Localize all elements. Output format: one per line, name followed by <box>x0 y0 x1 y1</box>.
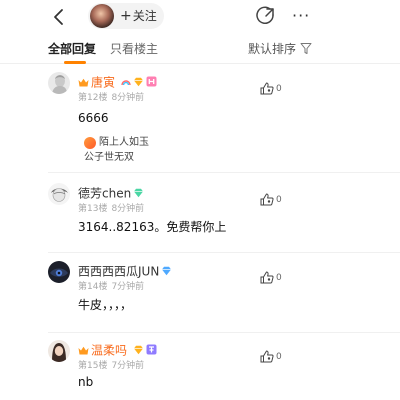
like-button[interactable]: 0 <box>260 78 282 95</box>
avatar[interactable] <box>48 261 70 283</box>
comment-author-name[interactable]: 唐寅 <box>91 76 115 90</box>
thumbs-up-icon <box>260 82 274 95</box>
comment-author-name[interactable]: 德芳chen <box>78 187 131 201</box>
gold-diamond-badge-icon <box>133 343 144 359</box>
author-avatar[interactable] <box>90 4 114 28</box>
plus-icon: + <box>120 8 132 24</box>
floor-number: 第13楼 <box>78 204 108 214</box>
comment-time: 8分钟前 <box>111 204 145 214</box>
comment-time: 7分钟前 <box>111 361 145 371</box>
comment-text: nb <box>78 375 94 389</box>
like-count: 0 <box>276 194 282 205</box>
rainbow-badge-icon <box>121 75 131 91</box>
like-button[interactable]: 0 <box>260 267 282 284</box>
active-tab-indicator <box>64 61 86 64</box>
green-diamond-badge-icon <box>133 186 144 202</box>
comment-text: 牛皮，，，， <box>78 298 133 312</box>
gold-diamond-badge-icon <box>133 75 144 91</box>
avatar[interactable] <box>48 183 70 205</box>
comment-text: 6666 <box>78 111 109 125</box>
comment-divider <box>48 252 400 253</box>
comment-filter-bar: 全部回复 只看楼主 默认排序 <box>0 36 400 64</box>
like-count: 0 <box>276 83 282 94</box>
like-button[interactable]: 0 <box>260 346 282 363</box>
comment-divider <box>48 332 400 333</box>
top-navigation-bar: +关注 ··· <box>0 0 400 34</box>
thumbs-up-icon <box>260 350 274 363</box>
comment-author-line: 温柔吗 <box>78 342 157 358</box>
comment-author-name[interactable]: 西西西西瓜JUN <box>78 265 159 279</box>
comment-meta: 第14楼 7分钟前 <box>78 281 144 293</box>
sort-dropdown[interactable]: 默认排序 <box>248 41 296 57</box>
share-icon[interactable] <box>256 6 276 26</box>
back-arrow-icon[interactable] <box>50 8 68 26</box>
more-options-icon[interactable]: ··· <box>292 7 310 25</box>
signature-card: 陌上人如玉 公子世无双 <box>78 136 170 166</box>
filter-funnel-icon[interactable] <box>300 42 312 55</box>
thumbs-up-icon <box>260 193 274 206</box>
comment-meta: 第12楼 8分钟前 <box>78 92 144 104</box>
like-button[interactable]: 0 <box>260 189 282 206</box>
comment-time: 7分钟前 <box>111 282 145 292</box>
like-count: 0 <box>276 272 282 283</box>
signature-line-2: 公子世无双 <box>84 152 134 163</box>
comment-author-name[interactable]: 温柔吗 <box>91 344 127 358</box>
comment-author-line: 唐寅 <box>78 74 157 90</box>
thumbs-up-icon <box>260 271 274 284</box>
comment-author-line: 德芳chen <box>78 185 144 201</box>
blue-diamond-badge-icon <box>161 264 172 280</box>
comment-meta: 第13楼 8分钟前 <box>78 203 144 215</box>
follow-button[interactable]: +关注 <box>120 3 157 29</box>
crown-icon <box>78 346 89 355</box>
comment-text: 3164..82163。免费帮你上 <box>78 220 227 234</box>
tab-poster-only[interactable]: 只看楼主 <box>110 41 158 57</box>
crown-icon <box>78 78 89 87</box>
floor-number: 第14楼 <box>78 282 108 292</box>
follow-label: 关注 <box>132 9 157 23</box>
signature-card-icon <box>84 137 96 149</box>
comment-author-line: 西西西西瓜JUN <box>78 263 172 279</box>
floor-number: 第15楼 <box>78 361 108 371</box>
author-follow-chip[interactable]: +关注 <box>88 3 164 29</box>
comment-time: 8分钟前 <box>111 93 145 103</box>
floor-number: 第12楼 <box>78 93 108 103</box>
purple-level-badge-icon <box>146 343 157 359</box>
woman-portrait-avatar-image <box>48 340 70 362</box>
sketch-portrait-avatar-image <box>48 183 70 205</box>
pink-level-badge-icon <box>146 75 157 91</box>
comment-divider <box>48 172 400 173</box>
tab-all-replies[interactable]: 全部回复 <box>48 41 96 57</box>
avatar[interactable] <box>48 340 70 362</box>
avatar[interactable] <box>48 72 70 94</box>
dark-eye-avatar-image <box>48 261 70 283</box>
like-count: 0 <box>276 351 282 362</box>
signature-line-1: 陌上人如玉 <box>99 137 149 148</box>
comment-meta: 第15楼 7分钟前 <box>78 360 144 372</box>
statue-avatar-image <box>48 72 70 94</box>
